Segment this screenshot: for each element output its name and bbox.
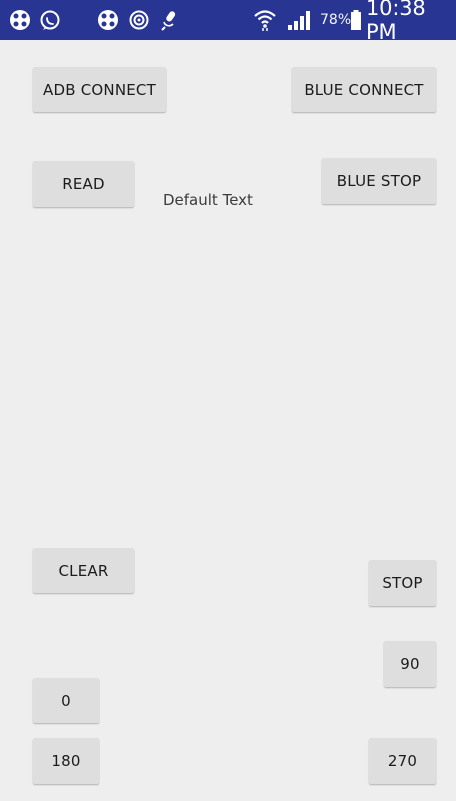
app-grid-icon [8, 8, 32, 32]
main-content: ADB CONNECT BLUE CONNECT READ Default Te… [0, 40, 456, 801]
clock: 10:38 PM [366, 0, 426, 44]
status-bar: 78% 10:38 PM [0, 0, 456, 44]
wifi-icon [250, 8, 280, 32]
read-button[interactable]: READ [33, 161, 134, 207]
blue-connect-button[interactable]: BLUE CONNECT [292, 67, 436, 112]
output-text: Default Text [163, 191, 253, 209]
microphone-icon [158, 8, 180, 32]
angle-0-button[interactable]: 0 [33, 678, 99, 723]
blue-stop-button[interactable]: BLUE STOP [322, 158, 436, 204]
whatsapp-icon [38, 8, 62, 32]
battery-icon [350, 8, 362, 32]
app-grid-icon [96, 8, 120, 32]
angle-270-button[interactable]: 270 [369, 738, 436, 784]
adb-connect-button[interactable]: ADB CONNECT [33, 67, 166, 112]
signal-icon [284, 8, 314, 32]
moon-icon [67, 8, 91, 32]
sync-icon [127, 8, 151, 32]
angle-90-button[interactable]: 90 [384, 641, 436, 687]
stop-button[interactable]: STOP [369, 560, 436, 606]
angle-180-button[interactable]: 180 [33, 738, 99, 784]
clear-button[interactable]: CLEAR [33, 548, 134, 593]
battery-percent: 78% [320, 12, 352, 28]
